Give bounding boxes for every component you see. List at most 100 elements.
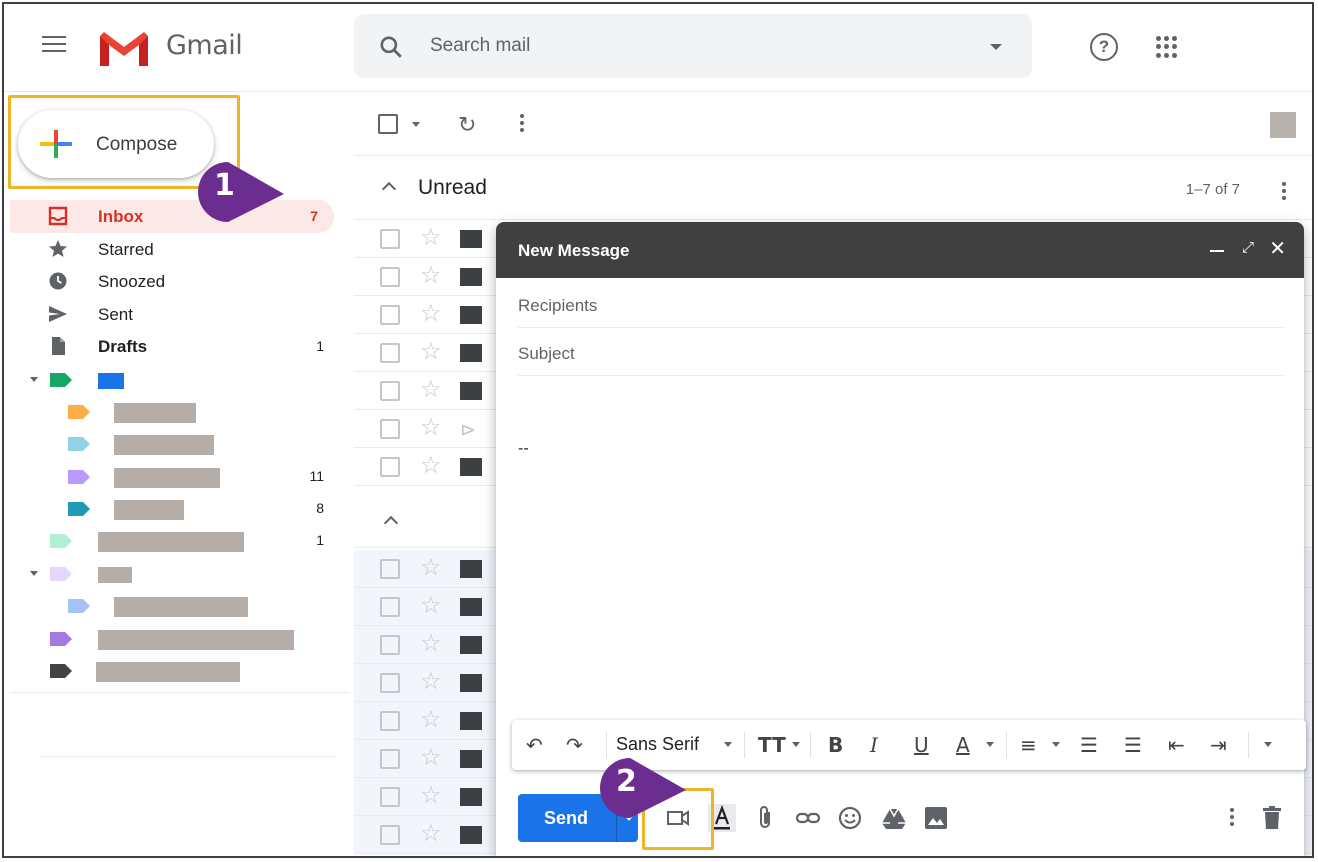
more-options-icon[interactable]	[520, 114, 524, 135]
star-icon[interactable]: ☆	[420, 223, 442, 252]
numbered-list-icon[interactable]: ☰	[1080, 732, 1098, 758]
row-checkbox[interactable]	[380, 635, 400, 655]
sidebar-label-group[interactable]	[10, 557, 350, 589]
gmail-window: Gmail Search mail ? Compose Inbox 7 Star…	[2, 2, 1314, 858]
star-icon[interactable]: ☆	[420, 299, 442, 328]
undo-icon[interactable]: ↶	[526, 732, 543, 758]
more-options-icon[interactable]	[1230, 808, 1234, 829]
main-menu-icon[interactable]	[42, 36, 66, 56]
google-drive-icon[interactable]	[880, 804, 908, 832]
text-color-icon[interactable]: A	[956, 732, 970, 758]
gmail-wordmark[interactable]: Gmail	[166, 30, 243, 61]
indent-more-icon[interactable]: ⇥	[1210, 732, 1227, 758]
star-icon[interactable]: ☆	[420, 629, 442, 658]
row-checkbox[interactable]	[380, 419, 400, 439]
sidebar-item-snoozed[interactable]: Snoozed	[10, 265, 350, 298]
sidebar-label[interactable]	[10, 654, 350, 686]
subject-input[interactable]	[518, 328, 1284, 375]
expand-caret-icon[interactable]	[30, 376, 38, 382]
text-color-caret-icon[interactable]	[986, 742, 994, 747]
sidebar-label-group[interactable]	[10, 363, 350, 395]
row-checkbox[interactable]	[380, 559, 400, 579]
search-bar[interactable]: Search mail	[354, 14, 1032, 78]
italic-icon[interactable]: I	[870, 732, 878, 758]
star-icon[interactable]: ☆	[420, 819, 442, 848]
row-checkbox[interactable]	[380, 229, 400, 249]
recipients-input[interactable]	[518, 280, 1284, 327]
sidebar-label[interactable]	[10, 395, 350, 427]
sidebar-label[interactable]: 8	[10, 492, 350, 524]
search-icon[interactable]	[378, 34, 404, 60]
important-marker-icon[interactable]: ⊳	[460, 419, 476, 442]
help-icon[interactable]: ?	[1090, 33, 1118, 61]
collapse-chevron-icon[interactable]	[383, 515, 399, 531]
row-checkbox[interactable]	[380, 711, 400, 731]
star-icon[interactable]: ☆	[420, 705, 442, 734]
sidebar-item-starred[interactable]: Starred	[10, 233, 350, 266]
refresh-icon[interactable]: ↻	[458, 112, 476, 138]
row-checkbox[interactable]	[380, 749, 400, 769]
row-checkbox[interactable]	[380, 305, 400, 325]
sidebar-item-sent[interactable]: Sent	[10, 298, 350, 331]
signature-text[interactable]: --	[518, 440, 529, 458]
sidebar-label[interactable]: 11	[10, 460, 350, 492]
row-checkbox[interactable]	[380, 457, 400, 477]
star-icon[interactable]: ☆	[420, 743, 442, 772]
align-icon[interactable]: ≡	[1020, 732, 1037, 758]
font-menu-caret-icon[interactable]	[724, 742, 732, 747]
compose-button[interactable]: Compose	[18, 110, 214, 178]
bulleted-list-icon[interactable]: ☰	[1124, 732, 1142, 758]
row-checkbox[interactable]	[380, 825, 400, 845]
row-checkbox[interactable]	[380, 343, 400, 363]
minimize-icon[interactable]	[1210, 250, 1224, 252]
star-icon[interactable]: ☆	[420, 413, 442, 442]
select-menu-caret-icon[interactable]	[412, 122, 420, 127]
close-icon[interactable]: ✕	[1269, 236, 1286, 261]
bold-icon[interactable]: B	[828, 732, 843, 758]
select-all-checkbox[interactable]	[378, 114, 398, 134]
full-screen-icon[interactable]: ⤢	[1242, 239, 1254, 256]
sidebar-label[interactable]: 1	[10, 524, 350, 556]
more-formatting-caret-icon[interactable]	[1264, 742, 1272, 747]
star-icon[interactable]: ☆	[420, 375, 442, 404]
star-icon[interactable]: ☆	[420, 451, 442, 480]
row-checkbox[interactable]	[380, 267, 400, 287]
insert-link-icon[interactable]	[794, 804, 822, 832]
star-icon[interactable]: ☆	[420, 553, 442, 582]
star-icon[interactable]: ☆	[420, 591, 442, 620]
emoji-icon[interactable]	[836, 804, 864, 832]
redacted-toolbar-icon[interactable]	[1270, 112, 1296, 138]
recipients-field[interactable]	[518, 280, 1284, 328]
sidebar-label[interactable]	[10, 427, 350, 459]
star-icon[interactable]: ☆	[420, 667, 442, 696]
search-options-icon[interactable]	[990, 44, 1002, 50]
label-tag-icon	[50, 664, 72, 679]
sidebar-label[interactable]	[10, 589, 350, 621]
compose-header[interactable]: New Message ⤢ ✕	[496, 222, 1304, 278]
underline-icon[interactable]: U	[914, 732, 929, 758]
insert-photo-icon[interactable]	[922, 804, 950, 832]
font-size-icon[interactable]: TT	[758, 732, 786, 758]
search-input[interactable]: Search mail	[430, 35, 530, 57]
apps-grid-icon[interactable]	[1156, 36, 1178, 58]
expand-caret-icon[interactable]	[30, 570, 38, 576]
font-family-select[interactable]: Sans Serif	[616, 734, 699, 755]
row-checkbox[interactable]	[380, 381, 400, 401]
align-caret-icon[interactable]	[1052, 742, 1060, 747]
section-options-icon[interactable]	[1282, 182, 1286, 203]
star-icon[interactable]: ☆	[420, 261, 442, 290]
indent-less-icon[interactable]: ⇤	[1168, 732, 1185, 758]
discard-draft-icon[interactable]	[1258, 804, 1286, 832]
row-checkbox[interactable]	[380, 597, 400, 617]
star-icon[interactable]: ☆	[420, 781, 442, 810]
subject-field[interactable]	[518, 328, 1284, 376]
row-checkbox[interactable]	[380, 787, 400, 807]
row-checkbox[interactable]	[380, 673, 400, 693]
redo-icon[interactable]: ↷	[566, 732, 583, 758]
sidebar-item-drafts[interactable]: Drafts 1	[10, 330, 350, 363]
star-icon[interactable]: ☆	[420, 337, 442, 366]
font-size-caret-icon[interactable]	[792, 742, 800, 747]
attach-file-icon[interactable]	[752, 804, 780, 832]
collapse-chevron-icon[interactable]	[381, 181, 397, 197]
sidebar-label[interactable]	[10, 622, 350, 654]
